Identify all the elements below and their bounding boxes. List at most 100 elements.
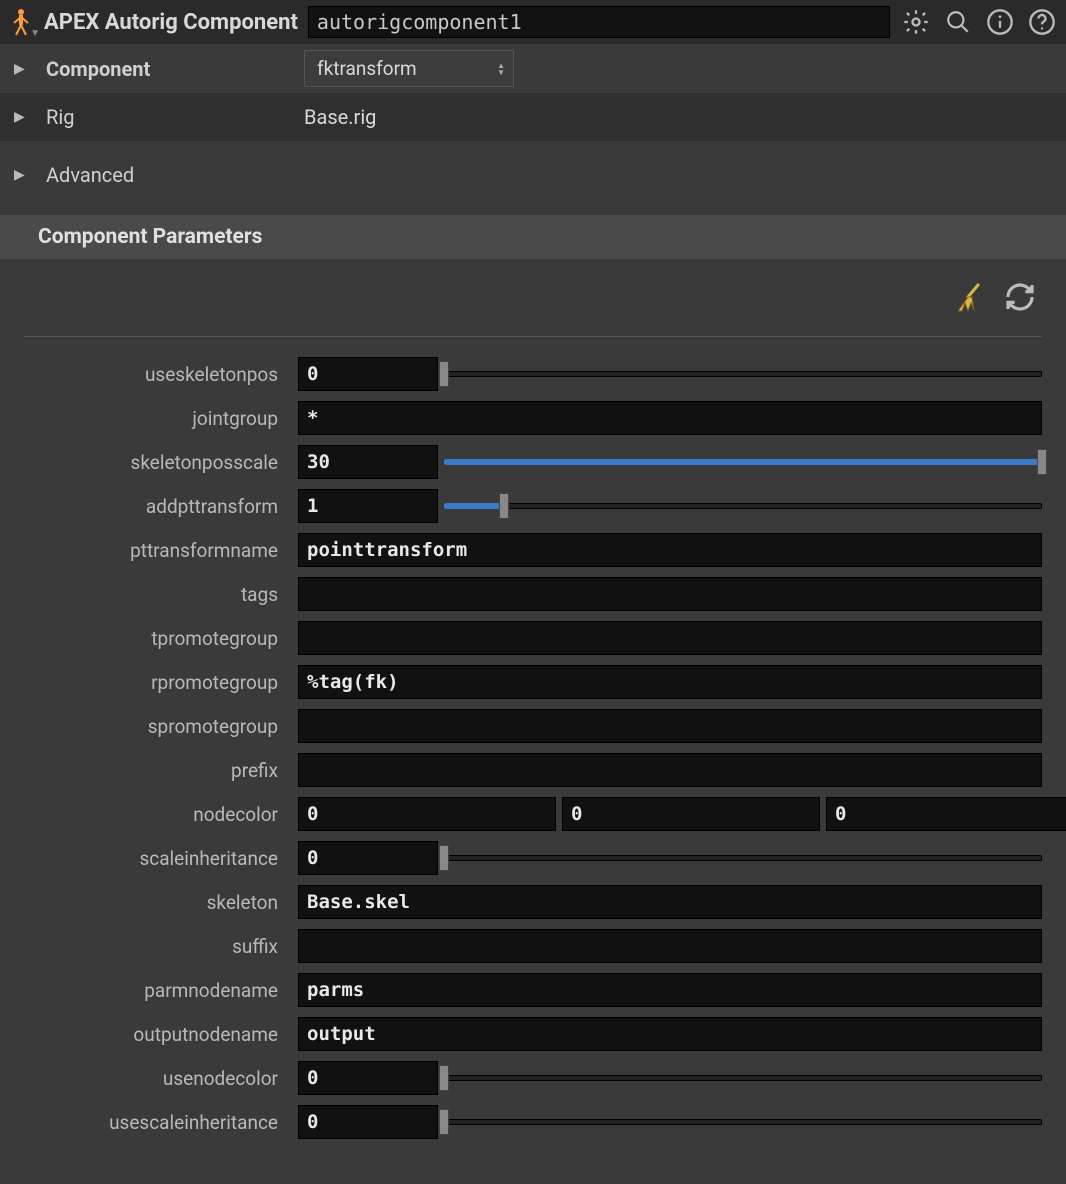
param-row-spromotegroup: spromotegroup xyxy=(24,707,1042,745)
param-input-usescaleinheritance[interactable] xyxy=(298,1105,438,1139)
node-name-input[interactable] xyxy=(308,6,890,38)
param-row-outputnodename: outputnodename xyxy=(24,1015,1042,1053)
component-row: ▶ Component fktransform ▲▼ xyxy=(0,44,1066,93)
param-input-prefix[interactable] xyxy=(298,753,1042,787)
param-input-nodecolor-z[interactable] xyxy=(826,797,1066,831)
component-select[interactable]: fktransform ▲▼ xyxy=(304,50,514,87)
header-actions xyxy=(900,6,1058,38)
param-label: prefix xyxy=(24,759,292,782)
section-title: Component Parameters xyxy=(0,215,1066,259)
param-label: addpttransform xyxy=(24,495,292,518)
param-row-tpromotegroup: tpromotegroup xyxy=(24,619,1042,657)
param-slider-addpttransform[interactable] xyxy=(444,489,1042,523)
param-slider-useskeletonpos[interactable] xyxy=(444,357,1042,391)
param-row-addpttransform: addpttransform xyxy=(24,487,1042,525)
param-slider-usenodecolor[interactable] xyxy=(444,1061,1042,1095)
rig-label: Rig xyxy=(46,105,286,129)
slider-thumb[interactable] xyxy=(499,493,509,519)
param-row-jointgroup: jointgroup xyxy=(24,399,1042,437)
param-row-pttransformname: pttransformname xyxy=(24,531,1042,569)
param-input-addpttransform[interactable] xyxy=(298,489,438,523)
param-body xyxy=(298,973,1042,1007)
param-body xyxy=(298,533,1042,567)
param-row-tags: tags xyxy=(24,575,1042,613)
param-input-skeleton[interactable] xyxy=(298,885,1042,919)
param-label: nodecolor xyxy=(24,803,292,826)
param-body xyxy=(298,1017,1042,1051)
param-input-rpromotegroup[interactable] xyxy=(298,665,1042,699)
param-label: jointgroup xyxy=(24,407,292,430)
header-bar: ▼ APEX Autorig Component xyxy=(0,0,1066,44)
param-label: spromotegroup xyxy=(24,715,292,738)
param-body xyxy=(298,401,1042,435)
slider-thumb[interactable] xyxy=(439,361,449,387)
refresh-icon[interactable] xyxy=(1004,281,1036,320)
param-body xyxy=(298,357,1042,391)
param-label: suffix xyxy=(24,935,292,958)
param-input-suffix[interactable] xyxy=(298,929,1042,963)
param-body xyxy=(298,885,1042,919)
param-input-nodecolor-y[interactable] xyxy=(562,797,820,831)
param-body xyxy=(298,841,1042,875)
param-label: tpromotegroup xyxy=(24,627,292,650)
param-body xyxy=(298,445,1042,479)
param-body xyxy=(298,709,1042,743)
param-input-skeletonposscale[interactable] xyxy=(298,445,438,479)
param-label: usescaleinheritance xyxy=(24,1111,292,1134)
param-input-parmnodename[interactable] xyxy=(298,973,1042,1007)
param-input-outputnodename[interactable] xyxy=(298,1017,1042,1051)
param-row-skeleton: skeleton xyxy=(24,883,1042,921)
component-label: Component xyxy=(46,57,286,81)
param-body xyxy=(298,577,1042,611)
chevron-down-icon[interactable]: ▼ xyxy=(30,28,40,39)
param-body xyxy=(298,797,1066,831)
sweep-icon[interactable] xyxy=(952,281,986,320)
param-label: parmnodename xyxy=(24,979,292,1002)
param-label: scaleinheritance xyxy=(24,847,292,870)
param-label: usenodecolor xyxy=(24,1067,292,1090)
param-slider-usescaleinheritance[interactable] xyxy=(444,1105,1042,1139)
param-input-jointgroup[interactable] xyxy=(298,401,1042,435)
param-input-tpromotegroup[interactable] xyxy=(298,621,1042,655)
param-body xyxy=(298,665,1042,699)
param-label: tags xyxy=(24,583,292,606)
info-icon[interactable] xyxy=(984,6,1016,38)
param-row-scaleinheritance: scaleinheritance xyxy=(24,839,1042,877)
param-row-usescaleinheritance: usescaleinheritance xyxy=(24,1103,1042,1141)
rig-value: Base.rig xyxy=(304,105,376,129)
param-input-spromotegroup[interactable] xyxy=(298,709,1042,743)
param-row-parmnodename: parmnodename xyxy=(24,971,1042,1009)
param-input-scaleinheritance[interactable] xyxy=(298,841,438,875)
param-slider-skeletonposscale[interactable] xyxy=(444,445,1042,479)
slider-thumb[interactable] xyxy=(439,1065,449,1091)
param-input-usenodecolor[interactable] xyxy=(298,1061,438,1095)
param-input-tags[interactable] xyxy=(298,577,1042,611)
param-slider-scaleinheritance[interactable] xyxy=(444,841,1042,875)
slider-thumb[interactable] xyxy=(1037,449,1047,475)
section-toolbar xyxy=(0,259,1066,330)
param-label: useskeletonpos xyxy=(24,363,292,386)
disclosure-icon[interactable]: ▶ xyxy=(14,61,28,77)
param-row-prefix: prefix xyxy=(24,751,1042,789)
param-body xyxy=(298,489,1042,523)
disclosure-icon[interactable]: ▶ xyxy=(14,109,28,125)
param-input-pttransformname[interactable] xyxy=(298,533,1042,567)
param-body xyxy=(298,621,1042,655)
params-container: useskeletonposjointgroupskeletonposscale… xyxy=(24,336,1042,1141)
param-input-nodecolor-x[interactable] xyxy=(298,797,556,831)
param-row-suffix: suffix xyxy=(24,927,1042,965)
param-body xyxy=(298,753,1042,787)
param-label: rpromotegroup xyxy=(24,671,292,694)
help-icon[interactable] xyxy=(1026,6,1058,38)
select-caret-icon: ▲▼ xyxy=(497,62,505,76)
param-row-rpromotegroup: rpromotegroup xyxy=(24,663,1042,701)
param-row-nodecolor: nodecolor xyxy=(24,795,1042,833)
slider-thumb[interactable] xyxy=(439,845,449,871)
slider-thumb[interactable] xyxy=(439,1109,449,1135)
search-icon[interactable] xyxy=(942,6,974,38)
gear-icon[interactable] xyxy=(900,6,932,38)
param-label: outputnodename xyxy=(24,1023,292,1046)
param-input-useskeletonpos[interactable] xyxy=(298,357,438,391)
disclosure-icon[interactable]: ▶ xyxy=(14,167,28,183)
node-type-icon[interactable]: ▼ xyxy=(8,7,34,37)
